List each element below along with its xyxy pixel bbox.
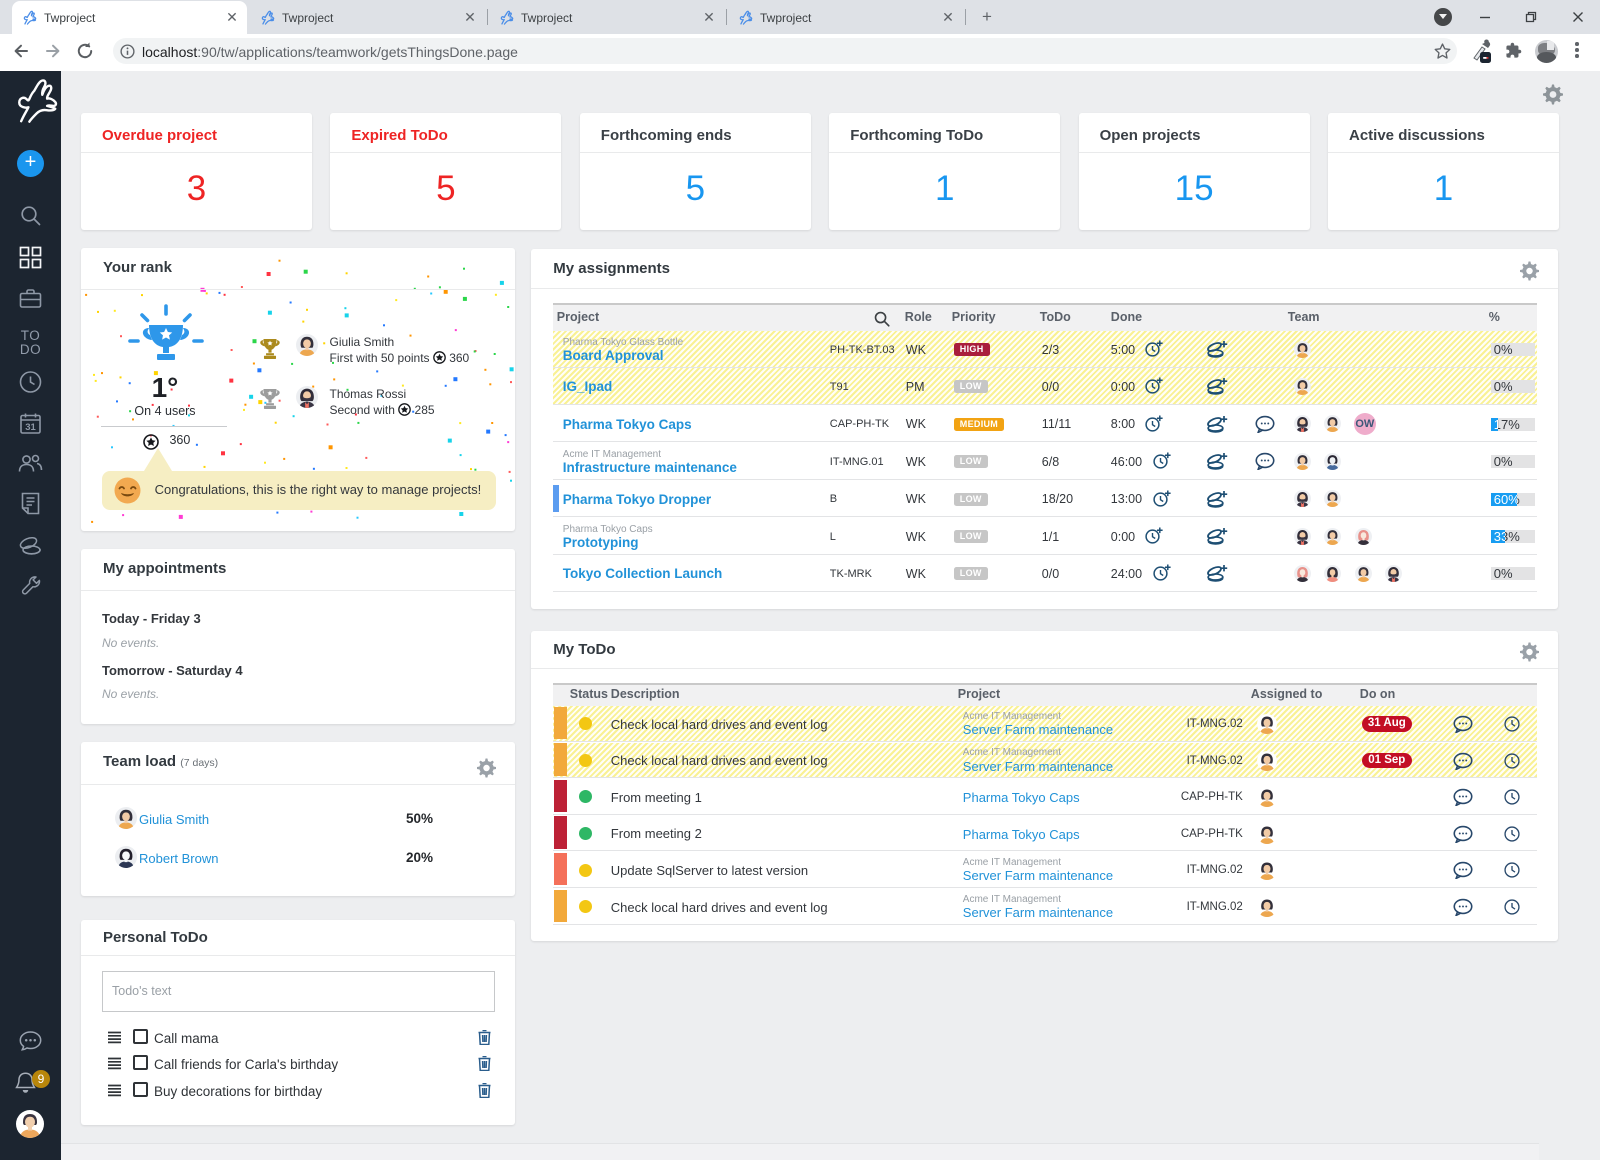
svg-text:31: 31: [25, 422, 36, 433]
